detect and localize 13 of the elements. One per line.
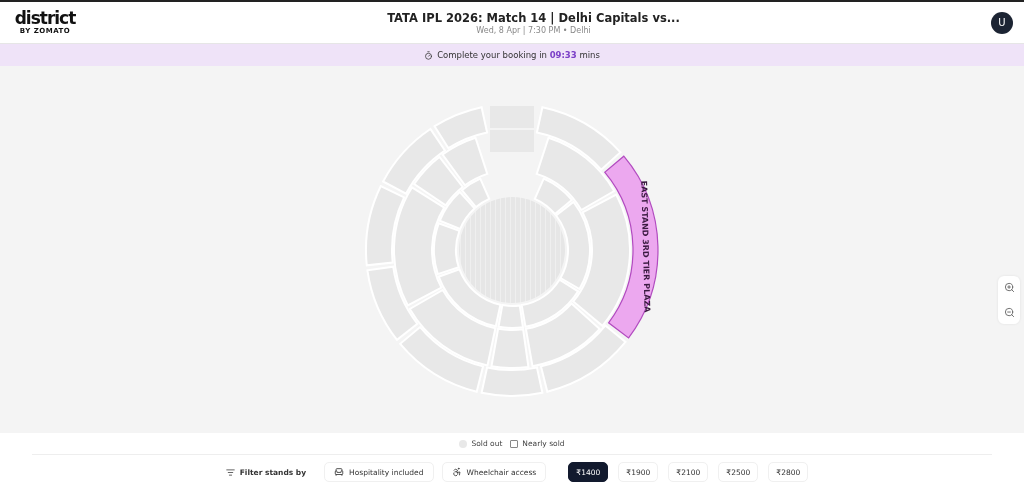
event-details: Wed, 8 Apr | 7:30 PM • Delhi <box>476 25 591 35</box>
user-avatar[interactable]: U <box>991 11 1013 34</box>
filter-icon <box>225 467 235 477</box>
wheelchair-icon <box>451 467 462 477</box>
logo[interactable]: district <box>14 10 76 27</box>
booking-timer-text: Complete your booking in 09:33 mins <box>437 50 600 60</box>
zoom-out-button[interactable] <box>1003 307 1015 318</box>
armchair-icon <box>334 467 345 477</box>
event-title: TATA IPL 2026: Match 14 | Delhi Capitals vs... <box>387 10 680 25</box>
zoom-in-button[interactable] <box>1003 282 1015 293</box>
timer-icon <box>424 50 434 60</box>
nearly-sold-swatch <box>510 439 519 448</box>
stand-label: EAST STAND 3RD TIER PLAZA <box>639 180 652 312</box>
